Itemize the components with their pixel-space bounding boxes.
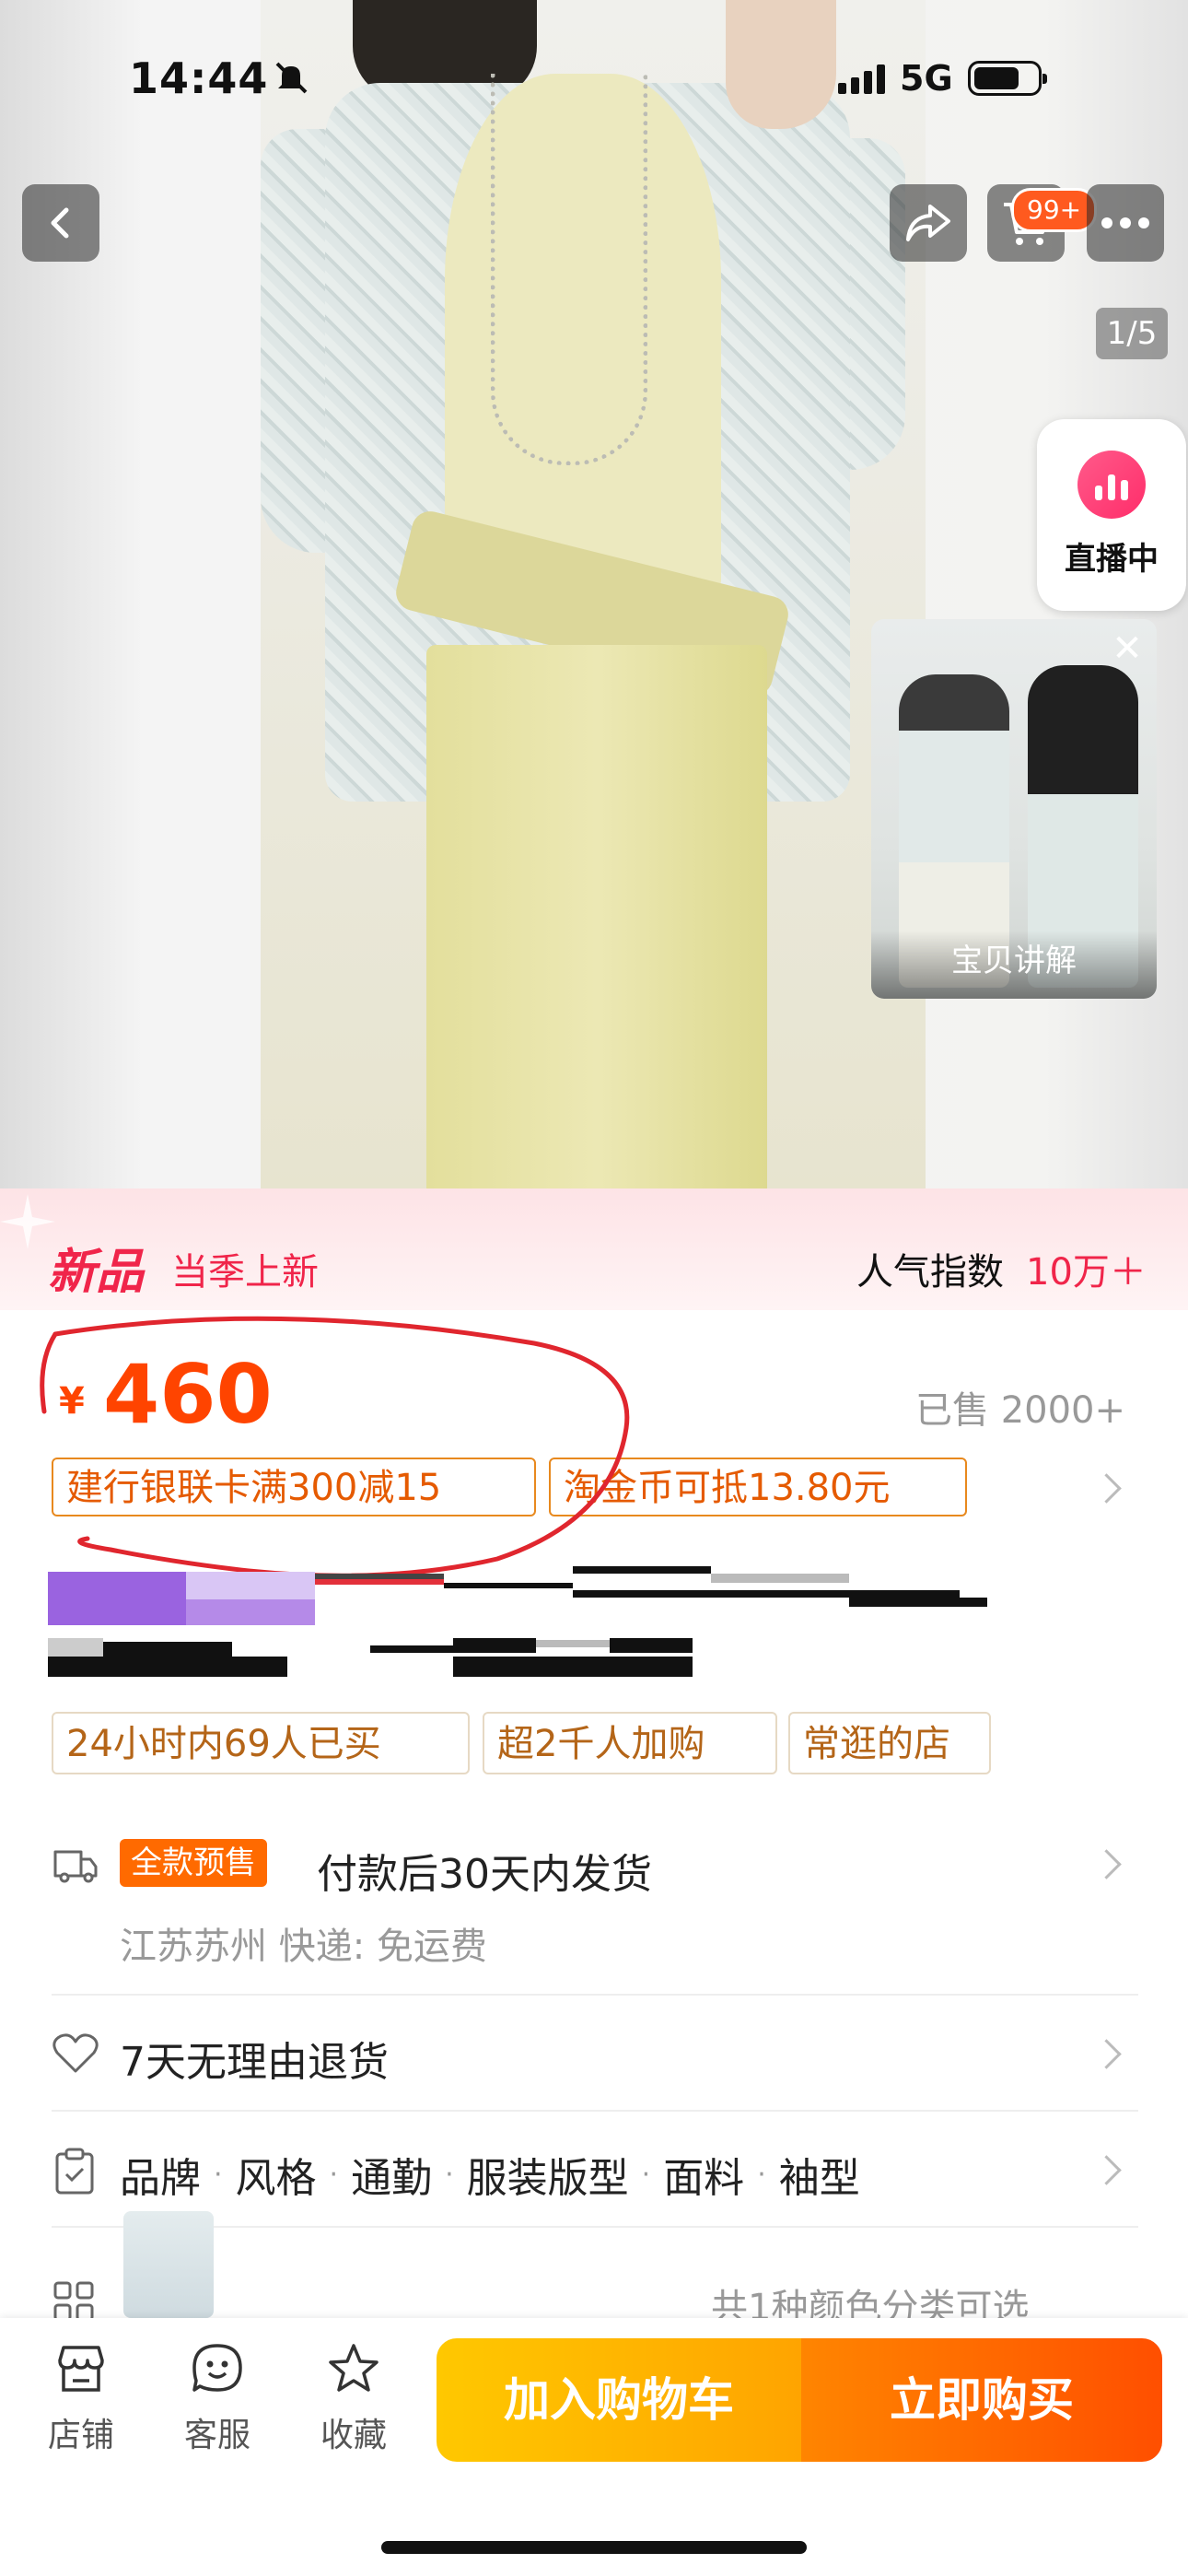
live-video-preview[interactable]: ✕ 宝贝讲解 xyxy=(871,619,1157,999)
star-icon xyxy=(329,2344,379,2392)
coupon-tag[interactable]: 淘金币可抵13.80元 xyxy=(549,1458,967,1516)
popularity-label: 人气指数 xyxy=(856,1251,1004,1294)
add-to-cart-button[interactable]: 加入购物车 xyxy=(437,2338,801,2462)
divider xyxy=(52,2110,1138,2112)
chevron-right-icon[interactable] xyxy=(1091,1849,1122,1879)
chevron-right-icon[interactable] xyxy=(1091,2039,1122,2069)
social-proof-tag: 24小时内69人已买 xyxy=(52,1712,470,1774)
clipboard-icon xyxy=(52,2147,98,2195)
shipping-origin: 江苏苏州 快递: 免运费 xyxy=(120,1926,487,1968)
chevron-left-icon xyxy=(51,207,69,239)
buy-now-button[interactable]: 立即购买 xyxy=(801,2338,1162,2462)
more-button[interactable] xyxy=(1087,184,1164,262)
social-proof-tag: 常逛的店 xyxy=(788,1712,991,1774)
chevron-right-icon[interactable] xyxy=(1091,1473,1122,1504)
live-stream-entry[interactable]: 直播中 xyxy=(1037,419,1186,611)
annotation-circle xyxy=(40,1316,630,1578)
divider xyxy=(52,2226,1138,2228)
sold-count: 已售 2000+ xyxy=(915,1389,1126,1432)
return-policy[interactable]: 7天无理由退货 xyxy=(120,2029,389,2088)
customer-service-button[interactable]: 客服 xyxy=(162,2340,273,2456)
heart-icon xyxy=(52,2031,99,2077)
attribute-item: 服装版型 xyxy=(466,2155,629,2202)
attribute-item: 品牌 xyxy=(120,2155,201,2202)
service-label: 客服 xyxy=(183,2417,250,2454)
presale-badge: 全款预售 xyxy=(120,1839,267,1887)
video-label: 宝贝讲解 xyxy=(871,931,1157,999)
popularity-value: 10万＋ xyxy=(1026,1251,1147,1294)
store-button[interactable]: 店铺 xyxy=(26,2340,136,2456)
network-type: 5G xyxy=(900,58,953,99)
product-image-gallery[interactable] xyxy=(0,0,1188,1188)
home-indicator[interactable] xyxy=(381,2541,807,2554)
more-dots-icon xyxy=(1101,217,1149,228)
attribute-item: 通勤 xyxy=(351,2155,433,2202)
gallery-page-indicator: 1/5 xyxy=(1096,308,1168,359)
mute-icon xyxy=(273,59,309,96)
sku-thumbnail[interactable] xyxy=(123,2211,214,2318)
back-button[interactable] xyxy=(22,184,99,262)
share-icon xyxy=(906,205,950,241)
attribute-item: 面料 xyxy=(663,2155,745,2202)
shipping-time[interactable]: 付款后30天内发货 xyxy=(317,1841,652,1900)
store-icon xyxy=(58,2346,104,2392)
attribute-item: 风格 xyxy=(235,2155,317,2202)
new-logo: 新品 xyxy=(48,1245,145,1300)
coupon-tag[interactable]: 建行银联卡满300减15 xyxy=(52,1458,536,1516)
battery-icon xyxy=(967,61,1047,96)
redacted-title xyxy=(48,1566,987,1677)
divider xyxy=(52,1994,1138,1996)
favorite-label: 收藏 xyxy=(320,2417,387,2454)
chevron-right-icon[interactable] xyxy=(1091,2155,1122,2185)
price-amount: 460 xyxy=(103,1347,273,1442)
product-photo[interactable] xyxy=(261,0,926,1188)
currency-symbol: ¥ xyxy=(59,1380,85,1423)
sparkle-icon xyxy=(0,1194,55,1249)
social-proof-tag: 超2千人加购 xyxy=(483,1712,777,1774)
live-bars-icon xyxy=(1077,451,1146,519)
store-label: 店铺 xyxy=(47,2417,114,2454)
product-attributes[interactable]: 品牌 · 风格 · 通勤 · 服装版型 · 面料 · 袖型 xyxy=(120,2145,860,2204)
favorite-button[interactable]: 收藏 xyxy=(298,2340,409,2456)
truck-icon xyxy=(52,1841,98,1887)
new-subtitle: 当季上新 xyxy=(171,1251,319,1294)
live-label: 直播中 xyxy=(1065,541,1159,578)
cellular-signal-icon xyxy=(838,63,885,94)
cart-count-badge: 99+ xyxy=(1011,188,1098,232)
close-preview-icon[interactable]: ✕ xyxy=(1107,628,1147,669)
chat-face-icon xyxy=(192,2344,242,2392)
share-button[interactable] xyxy=(890,184,967,262)
status-time: 14:44 xyxy=(129,53,269,103)
attribute-item: 袖型 xyxy=(778,2155,860,2202)
